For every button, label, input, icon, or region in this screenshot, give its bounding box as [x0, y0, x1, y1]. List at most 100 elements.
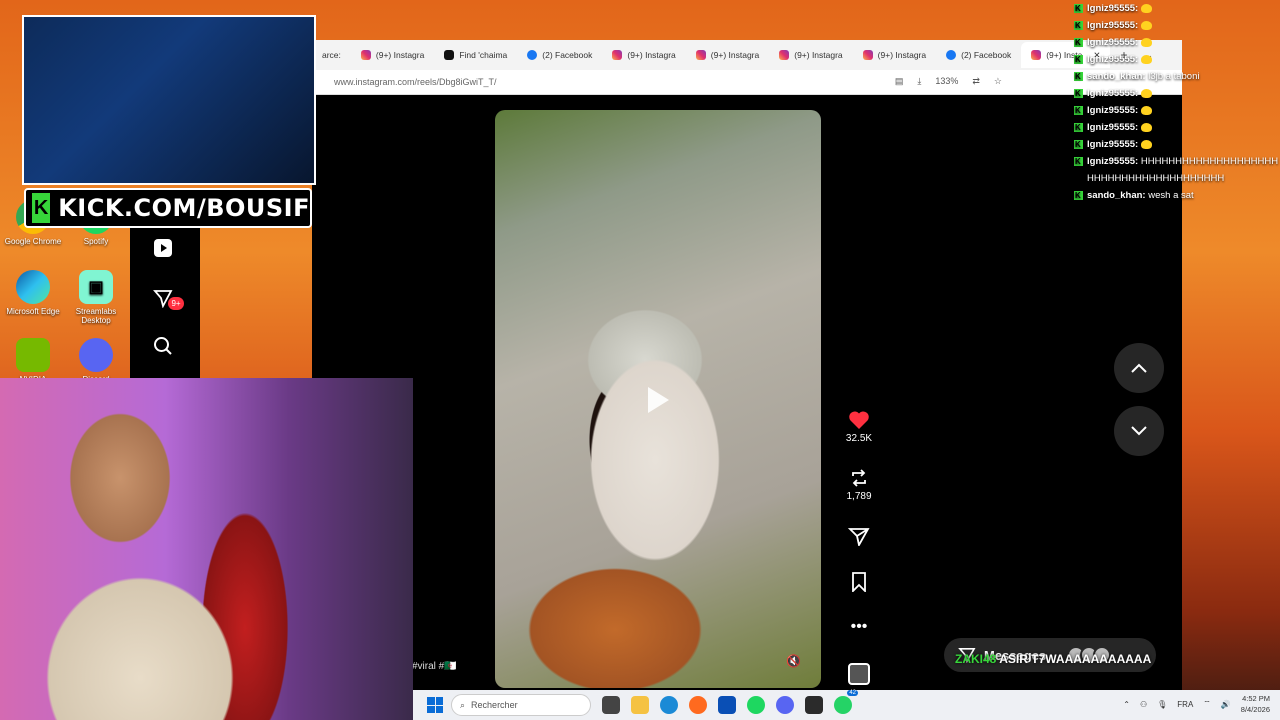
store-icon[interactable]: [718, 696, 736, 714]
save-button[interactable]: [839, 572, 879, 595]
chat-message: Igniz95555:: [1074, 102, 1280, 119]
desktop-icon-label: Streamlabs Desktop: [75, 307, 117, 325]
main-webcam: [0, 378, 413, 720]
browser-tab[interactable]: (2) Facebook: [936, 42, 1021, 68]
alert-username: ZAKI48: [955, 652, 997, 666]
browser-tab[interactable]: (9+) Instagra: [602, 42, 685, 68]
browser-tab[interactable]: (9+) Instagra: [686, 42, 769, 68]
chat-message: sando_khan: wesh a sat: [1074, 187, 1280, 204]
instagram-icon: [1031, 50, 1042, 60]
spotify-icon[interactable]: [747, 696, 765, 714]
desktop-icon-streamlabs[interactable]: ▣ Streamlabs Desktop: [63, 270, 129, 325]
kick-logo-icon: K: [32, 193, 51, 223]
chat-text: l3jb a taboni: [1148, 71, 1200, 82]
previous-reel-button[interactable]: [1114, 343, 1164, 393]
chat-message: sando_khan: l3jb a taboni: [1074, 68, 1280, 85]
kick-badge-icon: [1074, 68, 1083, 85]
kick-badge-icon: [1074, 0, 1083, 17]
chat-username: Igniz95555:: [1087, 139, 1139, 150]
search-icon[interactable]: [150, 333, 176, 359]
edge-icon: [16, 270, 50, 304]
desktop-icon-label: Google Chrome: [4, 237, 62, 246]
kick-badge-icon: [1074, 51, 1083, 68]
more-dots-icon: •••: [850, 618, 868, 635]
address-bar[interactable]: www.instagram.com/reels/Dbg8iGwiT_T/ ▤ ⤓…: [312, 70, 1182, 95]
streamlabs-icon: ▣: [79, 270, 113, 304]
microphone-icon[interactable]: 🎙: [1157, 700, 1167, 709]
desktop-icon-label: Spotify: [83, 237, 109, 246]
wifi-icon[interactable]: ⌔: [1203, 699, 1211, 709]
repost-button[interactable]: 1,789: [839, 468, 879, 502]
language-indicator[interactable]: FRA: [1177, 700, 1193, 709]
browser-tab[interactable]: (2) Facebook: [517, 42, 602, 68]
bookmark-star-icon[interactable]: ☆: [994, 76, 1002, 87]
edge-icon[interactable]: [660, 696, 678, 714]
task-view-icon[interactable]: [602, 696, 620, 714]
instagram-icon: [360, 50, 371, 60]
chat-message: Igniz95555:: [1074, 85, 1280, 102]
taskbar-search-placeholder: Rechercher: [471, 700, 518, 710]
streamlabs-icon[interactable]: [805, 696, 823, 714]
play-icon[interactable]: [645, 385, 671, 415]
browser-tab[interactable]: arce:: [312, 42, 351, 68]
stream-alert-message: ZAKI48 ASIR T7WAAAAAAAAAAA: [955, 652, 1151, 666]
chat-username: Igniz95555:: [1087, 54, 1139, 65]
search-icon: ⌕: [460, 699, 466, 710]
tray-chevron-icon[interactable]: ⌃: [1123, 700, 1130, 709]
browser-tab[interactable]: (9+) Instagra: [351, 42, 434, 68]
translate-icon[interactable]: ⇄: [972, 76, 980, 87]
browser-tab-bar: arce: (9+) Instagra Find 'chaima (2) Fac…: [312, 40, 1182, 70]
more-options-button[interactable]: •••: [839, 618, 879, 636]
notification-badge: 9+: [168, 297, 184, 310]
firefox-icon[interactable]: [689, 696, 707, 714]
facebook-icon: [946, 50, 957, 60]
chat-emoji-icon: [1140, 122, 1152, 132]
kick-banner-text: KICK.COM/BOUSIF: [58, 194, 310, 222]
kick-badge-icon: [1074, 34, 1083, 51]
chat-emoji-icon: [1140, 54, 1152, 64]
chat-emoji-icon: [1140, 105, 1152, 115]
reader-view-icon[interactable]: ▤: [895, 76, 904, 87]
chat-text: wesh a sat: [1148, 190, 1194, 201]
mute-icon[interactable]: 🔇: [786, 654, 801, 668]
zoom-level[interactable]: 133%: [935, 76, 958, 87]
share-icon: [848, 528, 870, 546]
tiktok-icon: [444, 50, 455, 60]
browser-tab[interactable]: (9+) Instagra: [769, 42, 852, 68]
next-reel-button[interactable]: [1114, 406, 1164, 456]
instagram-icon: [779, 50, 790, 60]
like-count: 32.5K: [845, 433, 873, 444]
taskbar-search[interactable]: ⌕ Rechercher: [451, 694, 591, 716]
desktop-icon-edge[interactable]: Microsoft Edge: [0, 270, 66, 316]
instagram-icon: [612, 50, 623, 60]
chat-username: Igniz95555:: [1087, 156, 1139, 167]
desktop-icon-label: Microsoft Edge: [6, 307, 60, 316]
whatsapp-icon[interactable]: 42: [834, 690, 858, 714]
like-button[interactable]: 32.5K: [839, 410, 879, 444]
url-text[interactable]: www.instagram.com/reels/Dbg8iGwiT_T/: [334, 77, 497, 87]
discord-icon[interactable]: [776, 696, 794, 714]
alert-text: ASIR T7WAAAAAAAAAAA: [999, 652, 1152, 666]
audio-thumbnail[interactable]: [839, 663, 879, 685]
chat-message: Igniz95555:: [1074, 0, 1280, 17]
stream-chat: Igniz95555: Igniz95555: Igniz95555: Igni…: [1074, 0, 1280, 204]
share-button[interactable]: [839, 526, 879, 549]
download-icon[interactable]: ⤓: [917, 76, 921, 87]
repost-icon: [852, 469, 866, 487]
browser-tab[interactable]: (9+) Instagra: [853, 42, 936, 68]
chat-message: Igniz95555:: [1074, 34, 1280, 51]
discord-icon: [79, 338, 113, 372]
reels-icon[interactable]: [150, 235, 176, 261]
facebook-icon: [527, 50, 538, 60]
audio-track-icon: [848, 663, 870, 685]
network-icon[interactable]: ⚇: [1140, 700, 1147, 709]
windows-start-icon[interactable]: [427, 697, 443, 713]
chat-emoji-icon: [1140, 139, 1152, 149]
system-tray: ⌃ ⚇ 🎙 FRA ⌔ 🔊 4:52 PM 8/4/2026: [1123, 693, 1270, 715]
file-explorer-icon[interactable]: [631, 696, 649, 714]
browser-tab[interactable]: Find 'chaima: [434, 42, 517, 68]
instagram-icon: [695, 50, 706, 60]
volume-icon[interactable]: 🔊: [1221, 700, 1231, 709]
clock[interactable]: 4:52 PM 8/4/2026: [1241, 693, 1270, 715]
repost-count: 1,789: [846, 491, 872, 502]
